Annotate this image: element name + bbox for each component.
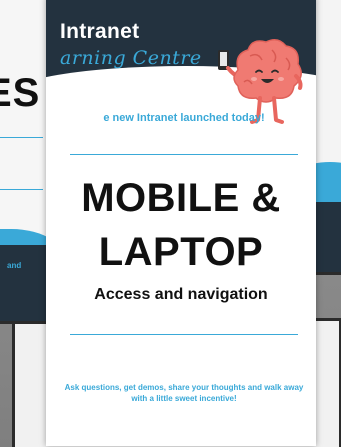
poster-partial-headline: ES	[0, 71, 41, 115]
poster-divider-top	[70, 154, 298, 155]
main-poster: Intranet arning Centre e new Intranet la…	[46, 0, 316, 446]
poster-partial-text: and	[7, 261, 22, 270]
headline-line-2: LAPTOP	[98, 230, 264, 274]
poster-divider	[0, 137, 43, 138]
poster-footer-text: Ask questions, get demos, share your tho…	[64, 383, 304, 403]
poster-divider	[0, 189, 43, 190]
headline-line-1: MOBILE &	[81, 176, 281, 220]
photo-scene: ES and Intranet arning Centre	[0, 0, 341, 447]
launch-announcement: e new Intranet launched today!	[103, 112, 265, 124]
poster-header-subtitle: arning Centre	[60, 47, 202, 69]
poster-divider-bottom	[70, 334, 298, 335]
poster-header-title: Intranet	[60, 20, 140, 43]
poster-subheadline: Access and navigation	[94, 286, 268, 303]
